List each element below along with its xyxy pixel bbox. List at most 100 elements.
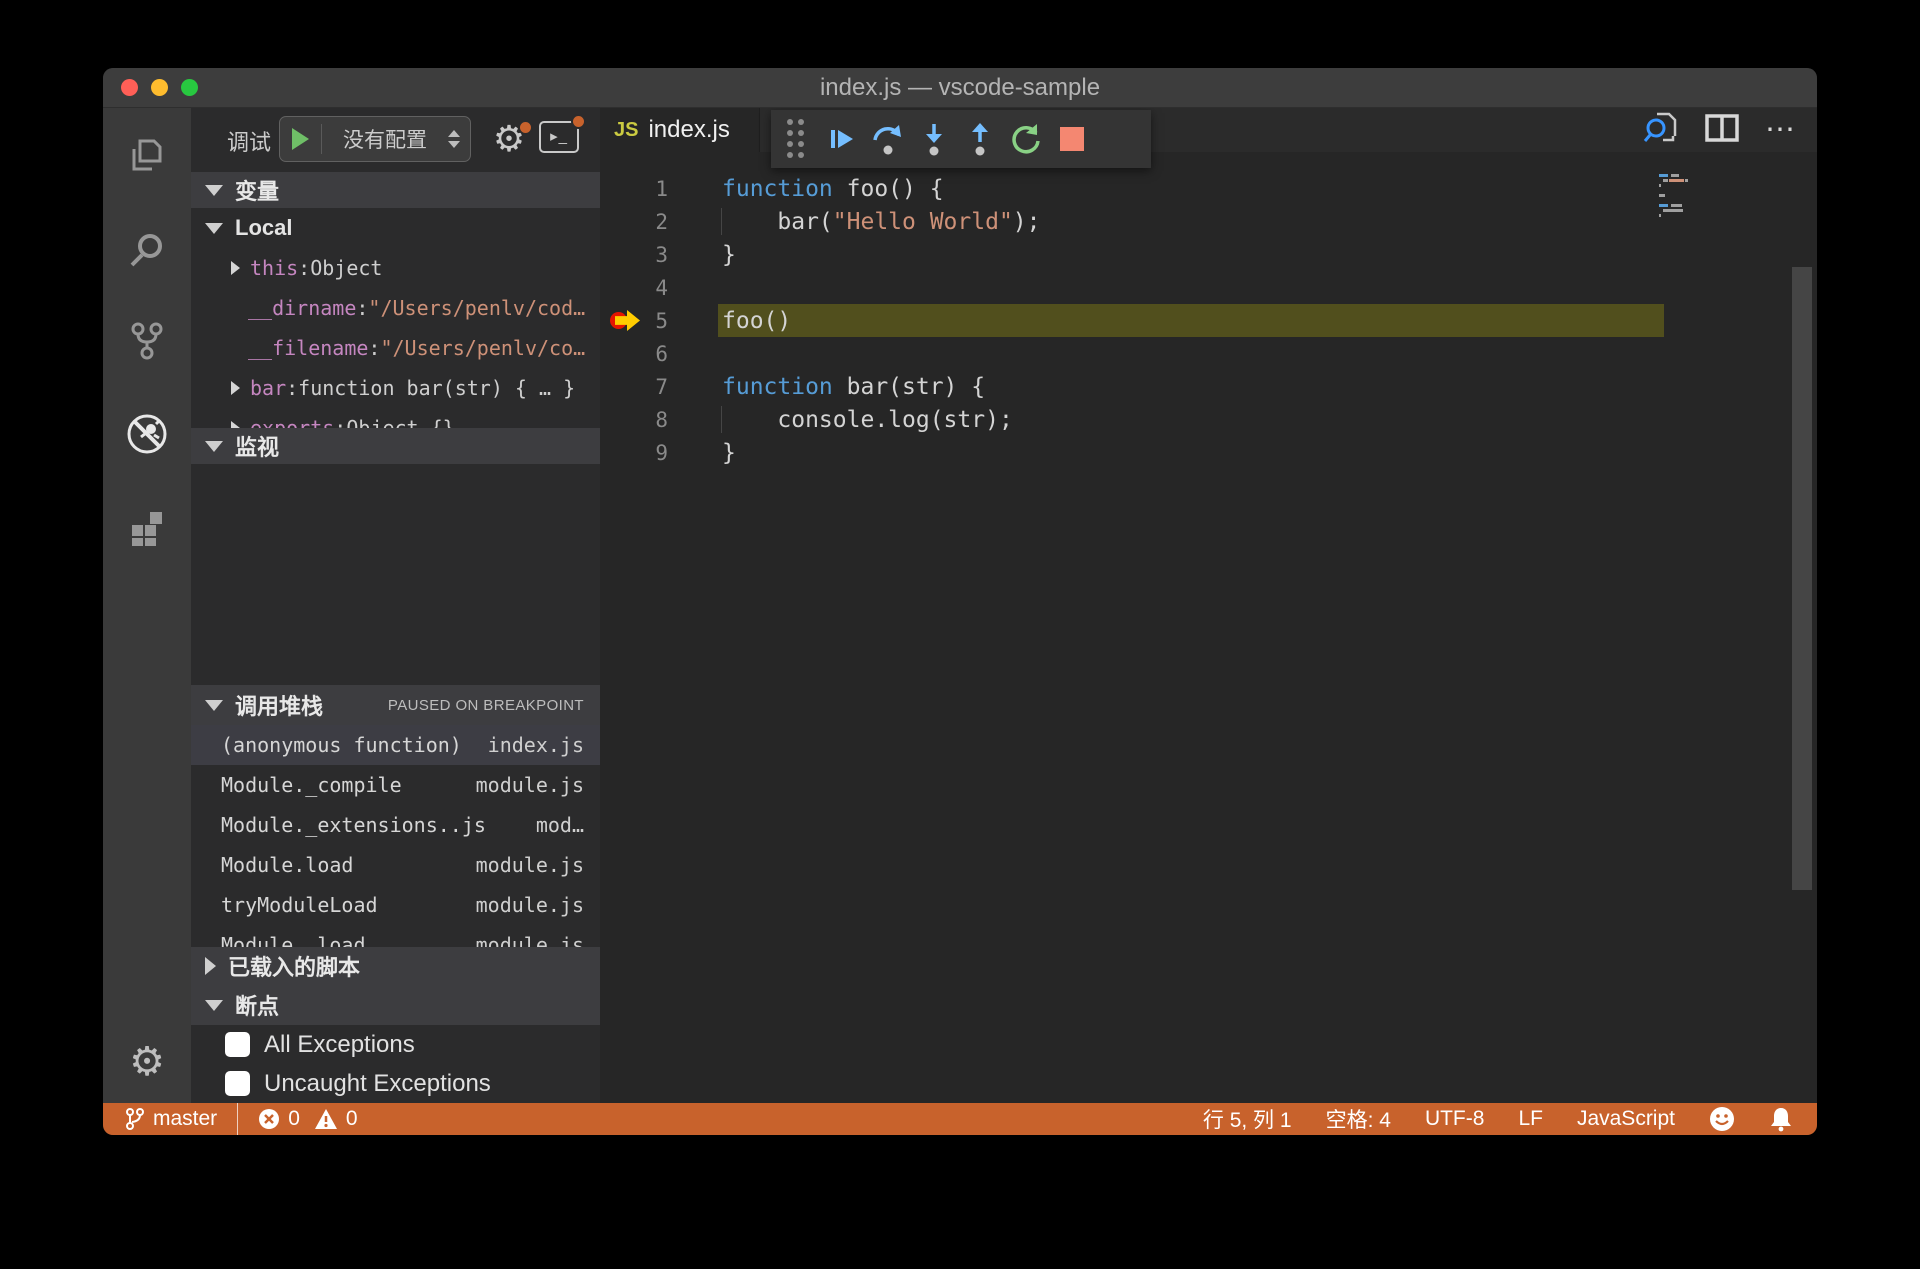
line-number[interactable]: 7	[600, 375, 668, 399]
code-line[interactable]: 7function bar(str) {	[600, 370, 1817, 403]
warning-icon	[314, 1108, 338, 1130]
debug-console-icon[interactable]: ▸_	[539, 121, 579, 153]
variables-section-header[interactable]: 变量	[191, 172, 600, 208]
breakpoint-current-icon[interactable]	[610, 310, 640, 331]
checkbox[interactable]	[225, 1032, 250, 1057]
breakpoint-label: All Exceptions	[264, 1031, 415, 1059]
code-text: bar("Hello World");	[668, 209, 1041, 235]
variable-row[interactable]: __dirname: "/Users/penlv/cod…	[191, 288, 600, 328]
variable-name: bar	[250, 376, 286, 400]
open-preview-icon[interactable]	[1643, 110, 1679, 151]
more-actions-icon[interactable]: ⋯	[1765, 125, 1797, 135]
variable-row[interactable]: exports: Object {}	[191, 408, 600, 428]
code-token: function	[722, 374, 833, 400]
line-number[interactable]: 4	[600, 276, 668, 300]
vertical-scrollbar[interactable]	[1792, 267, 1812, 890]
settings-gear-icon[interactable]: ⚙	[103, 1032, 191, 1092]
variable-name: exports	[250, 416, 334, 428]
call-stack-frame[interactable]: tryModuleLoad module.js	[191, 885, 600, 925]
toolbar-drag-handle[interactable]	[787, 119, 805, 159]
tab-index-js[interactable]: JS index.js	[600, 108, 760, 152]
vscode-window: index.js — vscode-sample	[103, 68, 1817, 1135]
minimap[interactable]	[1659, 174, 1719, 220]
code-token: console.log(str);	[722, 407, 1013, 433]
variable-punct: :	[368, 336, 380, 360]
breakpoint-row[interactable]: All Exceptions	[191, 1025, 600, 1064]
status-item[interactable]: 空格: 4	[1326, 1104, 1391, 1134]
line-number[interactable]: 8	[600, 408, 668, 432]
variable-punct: :	[334, 416, 346, 428]
frame-name: tryModuleLoad	[221, 893, 378, 917]
code-line[interactable]: 1function foo() {	[600, 172, 1817, 205]
continue-icon[interactable]	[819, 116, 865, 162]
start-debug-icon[interactable]	[292, 128, 309, 150]
checkbox[interactable]	[225, 1071, 250, 1096]
status-item[interactable]: JavaScript	[1577, 1107, 1675, 1131]
call-stack-list: (anonymous function)index.jsModule._comp…	[191, 725, 600, 947]
code-line[interactable]: 8 console.log(str);	[600, 403, 1817, 436]
code-token: "Hello World"	[833, 209, 1013, 235]
status-item[interactable]: 行 5, 列 1	[1203, 1104, 1292, 1134]
minimap-token	[1663, 209, 1683, 212]
restart-icon[interactable]	[1003, 116, 1049, 162]
extensions-icon[interactable]	[103, 498, 191, 558]
call-stack-frame[interactable]: Module.loadmodule.js	[191, 845, 600, 885]
minimap-token	[1659, 194, 1665, 197]
loaded-scripts-section-header[interactable]: 已载入的脚本	[191, 947, 600, 985]
code-line[interactable]: 6	[600, 337, 1817, 370]
code-line[interactable]: 5foo()	[600, 304, 1817, 337]
code-line[interactable]: 3}	[600, 238, 1817, 271]
step-into-icon[interactable]	[911, 116, 957, 162]
watch-section-header[interactable]: 监视	[191, 428, 600, 464]
code-line[interactable]: 4	[600, 271, 1817, 304]
config-stepper-icon[interactable]	[448, 130, 460, 148]
code-area[interactable]: 1function foo() {2 bar("Hello World");3}…	[600, 172, 1817, 469]
call-stack-frame[interactable]: Module._extensions..jsmod…	[191, 805, 600, 845]
line-number[interactable]: 3	[600, 243, 668, 267]
smiley-icon[interactable]	[1709, 1106, 1735, 1132]
line-number[interactable]: 9	[600, 441, 668, 465]
variable-row[interactable]: this: Object	[191, 248, 600, 288]
line-number[interactable]: 6	[600, 342, 668, 366]
call-stack-section-header[interactable]: 调用堆栈 PAUSED ON BREAKPOINT	[191, 685, 600, 725]
split-editor-icon[interactable]	[1705, 113, 1739, 148]
debug-icon[interactable]	[103, 404, 191, 464]
stop-icon[interactable]	[1049, 116, 1095, 162]
bell-icon[interactable]	[1769, 1106, 1793, 1132]
variable-value: "/Users/penlv/co…	[380, 336, 585, 360]
line-number[interactable]: 1	[600, 177, 668, 201]
breakpoints-section-header[interactable]: 断点	[191, 985, 600, 1025]
step-over-icon[interactable]	[865, 116, 911, 162]
status-item[interactable]: UTF-8	[1425, 1107, 1485, 1131]
files-icon[interactable]	[103, 126, 191, 186]
frame-file: mod…	[536, 813, 584, 837]
code-line[interactable]: 2 bar("Hello World");	[600, 205, 1817, 238]
minimap-token	[1663, 179, 1668, 182]
debug-config-dropdown[interactable]: 没有配置	[279, 116, 471, 162]
code-token: }	[722, 242, 736, 268]
call-stack-frame[interactable]: (anonymous function)index.js	[191, 725, 600, 765]
step-out-icon[interactable]	[957, 116, 1003, 162]
problems-item[interactable]: 0 0	[258, 1107, 357, 1131]
paused-on-breakpoint-badge: PAUSED ON BREAKPOINT	[388, 697, 584, 714]
current-statement-highlight	[718, 304, 1664, 337]
variable-row[interactable]: bar: function bar(str) { … }	[191, 368, 600, 408]
window-title: index.js — vscode-sample	[103, 68, 1817, 108]
titlebar[interactable]: index.js — vscode-sample	[103, 68, 1817, 108]
frame-file: module.js	[476, 893, 584, 917]
call-stack-frame[interactable]: Module._compilemodule.js	[191, 765, 600, 805]
variable-row[interactable]: __filename: "/Users/penlv/co…	[191, 328, 600, 368]
git-branch-item[interactable]: master	[125, 1107, 217, 1131]
line-number[interactable]: 2	[600, 210, 668, 234]
source-control-icon[interactable]	[103, 310, 191, 370]
code-text: function bar(str) {	[668, 374, 985, 400]
status-item[interactable]: LF	[1518, 1107, 1543, 1131]
search-icon[interactable]	[103, 220, 191, 280]
debug-toolbar	[771, 110, 1151, 168]
breakpoint-row[interactable]: Uncaught Exceptions	[191, 1064, 600, 1103]
variable-row[interactable]: Local	[191, 208, 600, 248]
code-line[interactable]: 9}	[600, 436, 1817, 469]
variable-value: function bar(str) { … }	[298, 376, 575, 400]
configure-gear-icon[interactable]: ⚙	[483, 114, 535, 164]
call-stack-frame[interactable]: Module._loadmodule.js	[191, 925, 600, 947]
